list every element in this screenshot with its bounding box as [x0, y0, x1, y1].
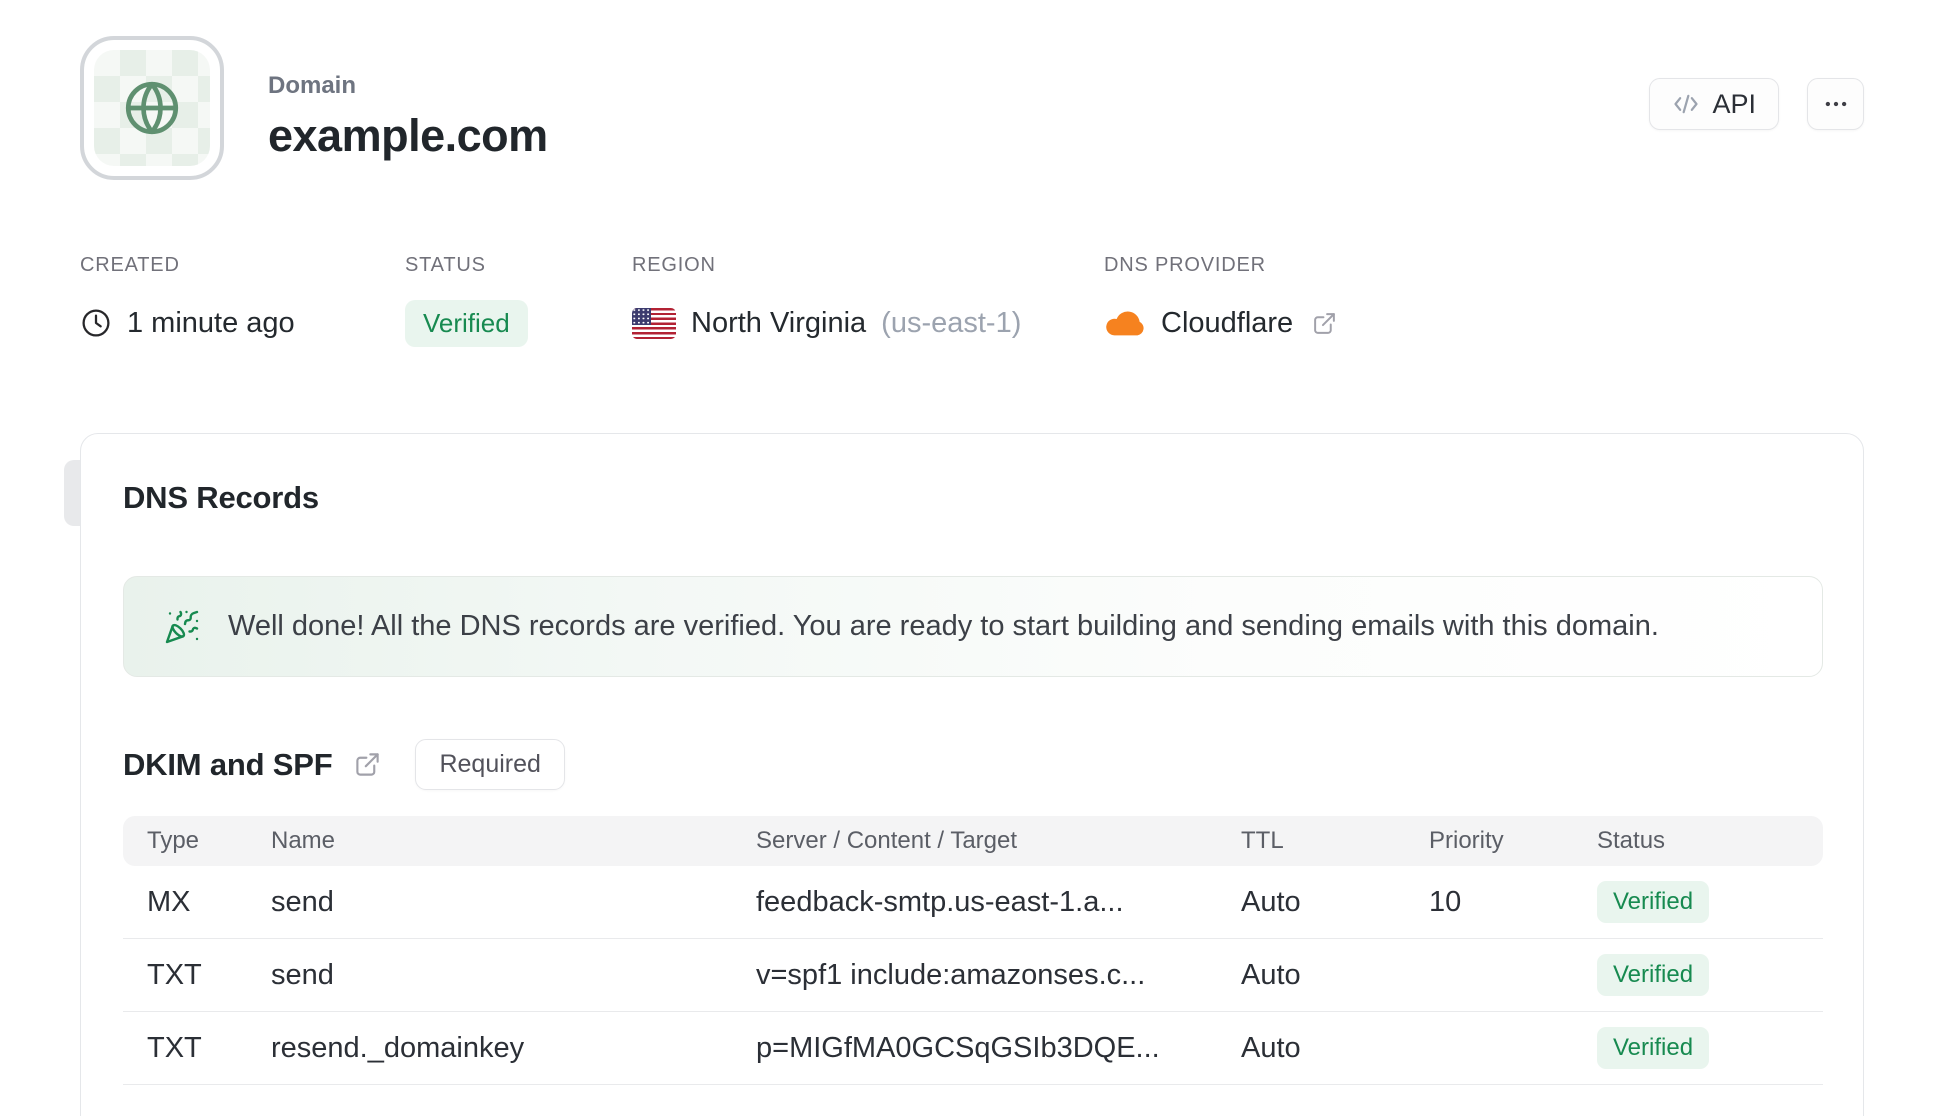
- ellipsis-icon: [1823, 91, 1849, 117]
- meta-dns-provider: DNS PROVIDER Cloudflare: [1104, 254, 1337, 347]
- status-badge: Verified: [405, 299, 528, 347]
- external-link-icon[interactable]: [354, 751, 381, 778]
- cell-type: TXT: [147, 1031, 202, 1064]
- dkim-spf-section-header: DKIM and SPF Required: [123, 739, 1823, 790]
- region-value: North Virginia: [691, 306, 867, 339]
- meta-status: STATUS Verified: [405, 254, 632, 347]
- column-header-content: Server / Content / Target: [756, 827, 1018, 854]
- cell-content: p=MIGfMA0GCSqGSIb3DQE...: [756, 1031, 1160, 1064]
- meta-created: CREATED 1 minute ago: [80, 254, 405, 347]
- dns-provider-value: Cloudflare: [1161, 306, 1294, 339]
- success-banner: Well done! All the DNS records are verif…: [123, 576, 1823, 677]
- dns-provider-label: DNS PROVIDER: [1104, 254, 1266, 276]
- dns-records-table: Type Name Server / Content / Target TTL …: [123, 816, 1823, 1085]
- cell-status: Verified: [1597, 954, 1823, 996]
- verified-badge: Verified: [1597, 1027, 1710, 1069]
- entity-label: Domain: [268, 72, 357, 99]
- dns-records-card: DNS Records Well done! All the DNS recor…: [80, 433, 1864, 1116]
- cloudflare-cloud-icon: [1104, 308, 1146, 338]
- dkim-spf-heading: DKIM and SPF: [123, 746, 333, 782]
- verified-badge: Verified: [1597, 954, 1710, 996]
- created-label: CREATED: [80, 254, 180, 276]
- cell-priority: 10: [1429, 885, 1462, 918]
- cell-content: v=spf1 include:amazonses.c...: [756, 958, 1146, 991]
- status-label: STATUS: [405, 254, 486, 276]
- table-row: MX send feedback-smtp.us-east-1.a... Aut…: [123, 866, 1823, 939]
- region-code: (us-east-1): [881, 306, 1022, 339]
- api-button[interactable]: API: [1649, 78, 1779, 130]
- region-label: REGION: [632, 254, 716, 276]
- title-block: Domain example.com: [268, 36, 548, 162]
- api-button-label: API: [1712, 88, 1756, 119]
- required-badge: Required: [415, 739, 565, 790]
- column-header-ttl: TTL: [1241, 827, 1284, 854]
- cell-type: MX: [147, 885, 191, 918]
- column-header-name: Name: [271, 827, 336, 854]
- domain-avatar: [80, 36, 224, 180]
- cell-type: TXT: [147, 958, 202, 991]
- table-header-row: Type Name Server / Content / Target TTL …: [123, 816, 1823, 866]
- success-banner-text: Well done! All the DNS records are verif…: [228, 610, 1659, 642]
- cell-ttl: Auto: [1241, 958, 1301, 991]
- dns-records-heading: DNS Records: [123, 480, 319, 515]
- header-actions: API: [1649, 36, 1864, 130]
- external-link-icon[interactable]: [1312, 311, 1337, 336]
- page-header: Domain example.com API: [80, 0, 1864, 180]
- table-row: TXT resend._domainkey p=MIGfMA0GCSqGSIb3…: [123, 1012, 1823, 1085]
- more-options-button[interactable]: [1807, 78, 1864, 130]
- page-title: example.com: [268, 110, 548, 161]
- domain-detail-page: Domain example.com API CREATED 1 minute …: [0, 0, 1944, 1116]
- cell-ttl: Auto: [1241, 1031, 1301, 1064]
- cell-status: Verified: [1597, 1027, 1823, 1069]
- column-header-type: Type: [147, 827, 200, 854]
- cell-name: send: [271, 885, 334, 918]
- verified-badge: Verified: [1597, 881, 1710, 923]
- column-header-priority: Priority: [1429, 827, 1504, 854]
- globe-icon: [121, 77, 183, 139]
- us-flag-icon: [632, 307, 676, 339]
- clock-icon: [80, 307, 112, 339]
- cell-content: feedback-smtp.us-east-1.a...: [756, 885, 1124, 918]
- table-row: TXT send v=spf1 include:amazonses.c... A…: [123, 939, 1823, 1012]
- cell-name: resend._domainkey: [271, 1031, 525, 1064]
- created-value: 1 minute ago: [127, 306, 295, 339]
- domain-meta-row: CREATED 1 minute ago STATUS Verified REG…: [80, 254, 1864, 347]
- meta-region: REGION North Virginia (us-east-1): [632, 254, 1104, 347]
- party-popper-icon: [164, 609, 200, 645]
- cell-ttl: Auto: [1241, 885, 1301, 918]
- cell-name: send: [271, 958, 334, 991]
- code-icon: [1672, 90, 1700, 118]
- column-header-status: Status: [1597, 827, 1666, 854]
- cell-status: Verified: [1597, 881, 1823, 923]
